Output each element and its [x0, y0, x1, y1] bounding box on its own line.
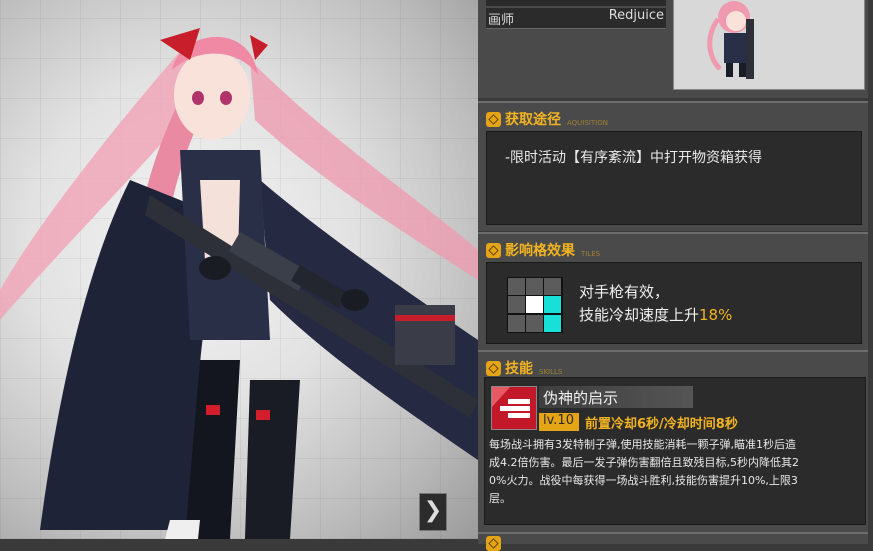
acquisition-title-cn: 获取途径 — [505, 112, 561, 128]
tiles-line2: 技能冷却速度上升18% — [579, 304, 732, 325]
skill-level-badge: lv.10 — [539, 413, 579, 431]
tile-cell-buff — [544, 314, 561, 332]
skill-desc-line: 0%火力。战役中每获得一场战斗胜利,技能伤害提升10%,上限3 — [489, 474, 798, 487]
skill-cooldown: 前置冷却6秒/冷却时间8秒 — [585, 417, 738, 432]
skill-description: 每场战斗拥有3发特制子弹,使用技能消耗一颗子弹,瞄准1秒后造 成4.2倍伤害。最… — [489, 436, 861, 508]
info-row-prev — [486, 0, 666, 6]
equipment-panel-peek — [478, 532, 868, 551]
skill-level: lv.10 — [543, 413, 574, 428]
skill-icon — [491, 386, 537, 430]
acquisition-text: -限时活动【有序紊流】中打开物资箱获得 — [505, 150, 763, 166]
acquisition-title-en: AQUISITION — [567, 119, 608, 127]
tiles-title-cn: 影响格效果 — [505, 243, 575, 259]
tile-cell-off — [544, 278, 561, 295]
character-art: ❯ — [0, 0, 478, 539]
tile-cell-off — [508, 296, 525, 314]
skill-desc-line: 每场战斗拥有3发特制子弹,使用技能消耗一颗子弹,瞄准1秒后造 — [489, 438, 796, 451]
skill-name-bar: 伪神的启示 — [539, 386, 693, 408]
cube-icon — [486, 112, 501, 127]
skills-title-cn: 技能 — [505, 361, 533, 377]
acquisition-box: -限时活动【有序紊流】中打开物资箱获得 — [486, 131, 862, 225]
chibi-sprite — [707, 1, 754, 79]
skills-title-en: SKILLS — [539, 368, 563, 376]
acquisition-title: 获取途径 AQUISITION — [486, 109, 608, 129]
skill-name: 伪神的启示 — [543, 389, 619, 407]
tiles-line2-prefix: 技能冷却速度上升 — [579, 306, 700, 324]
chibi-frame — [673, 0, 865, 90]
skills-panel: 技能 SKILLS 伪神的启示 lv.10 前置冷却6秒/冷却时间8秒 每场战斗… — [478, 350, 868, 532]
tile-grid — [507, 277, 563, 333]
tiles-line1: 对手枪有效， — [579, 283, 670, 301]
tile-cell-off — [526, 278, 543, 295]
info-panel: 画师 Redjuice — [478, 0, 868, 98]
artist-label: 画师 — [488, 13, 515, 28]
next-page-button[interactable]: ❯ — [419, 493, 447, 531]
tile-cell-off — [508, 278, 525, 295]
acquisition-panel: 获取途径 AQUISITION -限时活动【有序紊流】中打开物资箱获得 — [478, 101, 868, 231]
artist-value: Redjuice — [608, 8, 664, 23]
artist-row: 画师 Redjuice — [486, 8, 666, 29]
tiles-title-en: TILES — [581, 250, 601, 258]
cube-icon — [486, 243, 501, 258]
tile-cell-off — [508, 314, 525, 332]
tile-cell-off — [526, 314, 543, 332]
skill-desc-line: 层。 — [489, 492, 511, 505]
tile-cell-self — [526, 296, 543, 314]
skills-title: 技能 SKILLS — [486, 358, 562, 378]
cube-icon — [486, 361, 501, 376]
tiles-box: 对手枪有效， 技能冷却速度上升18% — [486, 262, 862, 344]
cube-icon — [486, 536, 501, 551]
tile-cell-buff — [544, 296, 561, 314]
skills-box: 伪神的启示 lv.10 前置冷却6秒/冷却时间8秒 每场战斗拥有3发特制子弹,使… — [484, 377, 866, 525]
tiles-line2-value: 18% — [699, 306, 733, 324]
tiles-title: 影响格效果 TILES — [486, 240, 600, 260]
skill-desc-line: 成4.2倍伤害。最后一发子弹伤害翻倍且致残目标,5秒内降低其2 — [489, 456, 799, 469]
bullet-skill-icon — [492, 387, 536, 429]
character-illustration — [0, 28, 478, 539]
tiles-panel: 影响格效果 TILES 对手枪有效， 技能冷却速度上升18% — [478, 232, 868, 350]
